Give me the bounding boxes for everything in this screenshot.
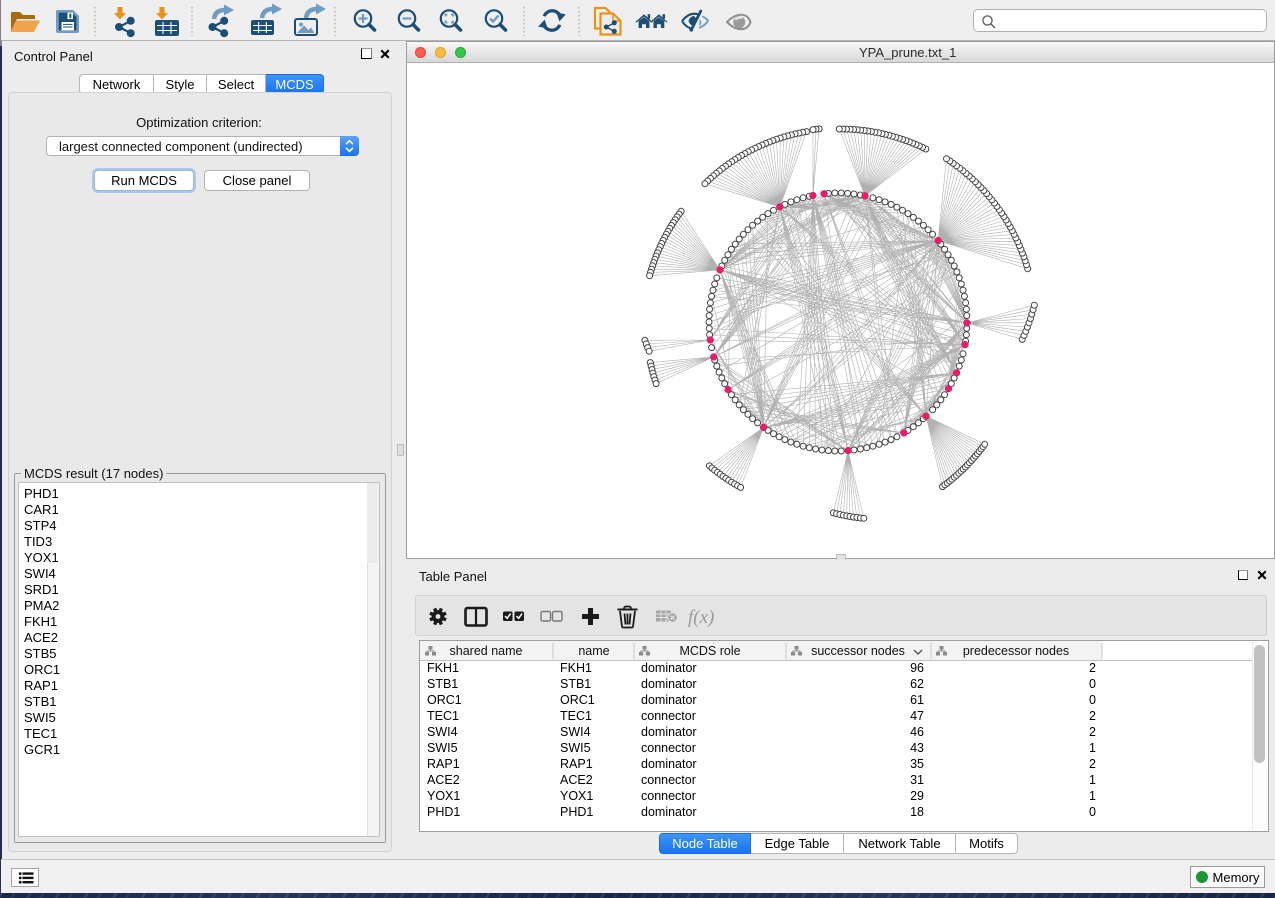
svg-text:successor nodes: successor nodes xyxy=(811,644,905,658)
svg-text:predecessor nodes: predecessor nodes xyxy=(963,644,1069,658)
svg-text:MCDS role: MCDS role xyxy=(679,644,740,658)
svg-text:name: name xyxy=(578,644,609,658)
svg-text:f(x): f(x) xyxy=(688,607,714,628)
svg-text:shared name: shared name xyxy=(450,644,523,658)
